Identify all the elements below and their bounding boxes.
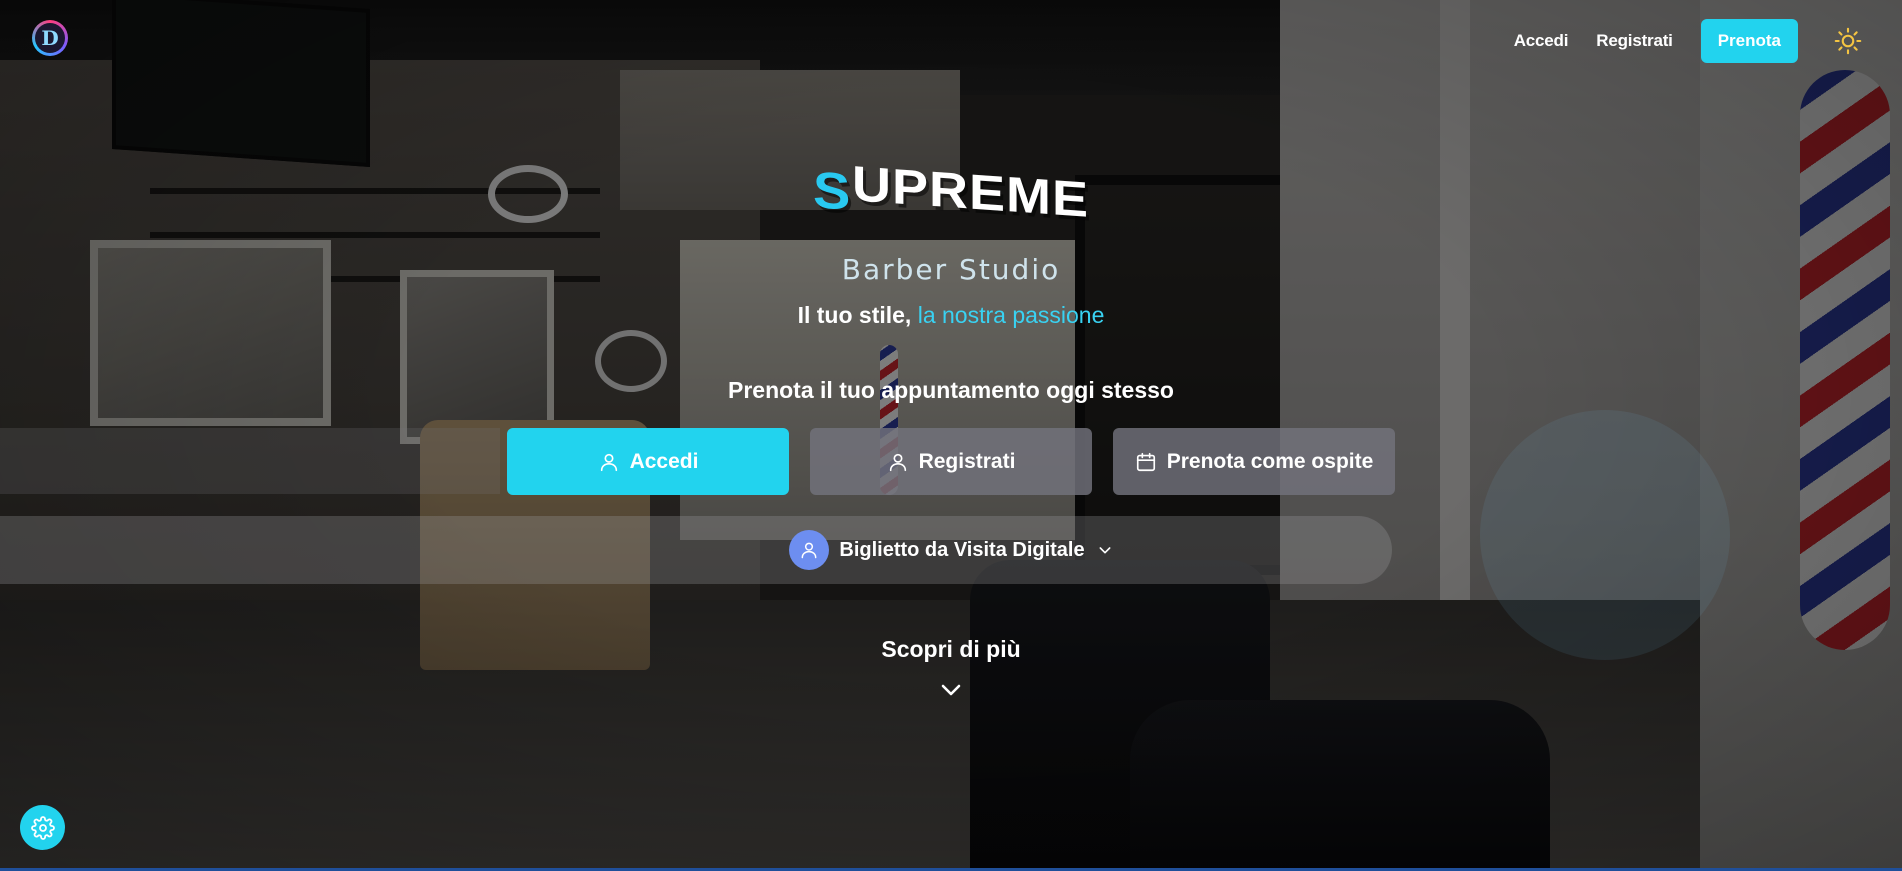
settings-button[interactable] xyxy=(20,805,65,850)
guest-booking-label: Prenota come ospite xyxy=(1166,449,1374,473)
chevron-down-icon xyxy=(1099,547,1111,554)
scroll-down-chevron-icon[interactable] xyxy=(941,683,961,697)
nav-register-link[interactable]: Registrati xyxy=(1596,31,1673,51)
logo-letter: D xyxy=(35,23,65,53)
brand-logo: SUPREME xyxy=(0,156,1902,228)
brand-logo-text: UPREME xyxy=(851,156,1089,228)
nav-book-button[interactable]: Prenota xyxy=(1700,19,1798,63)
nav-login-link[interactable]: Accedi xyxy=(1514,31,1569,51)
digital-business-card-toggle[interactable]: Biglietto da Visita Digitale xyxy=(0,516,1902,584)
register-button[interactable]: Registrati xyxy=(810,428,1092,495)
calendar-icon xyxy=(1136,452,1155,471)
user-icon xyxy=(889,453,906,471)
brand-logo-initial: S xyxy=(813,160,852,221)
login-button-label: Accedi xyxy=(629,449,699,473)
register-button-label: Registrati xyxy=(918,449,1016,473)
tagline-accent: la nostra passione xyxy=(917,302,1105,328)
user-icon xyxy=(801,542,817,559)
business-card-label: Biglietto da Visita Digitale xyxy=(839,538,1085,561)
hero-tagline: Il tuo stile, la nostra passione xyxy=(0,302,1902,329)
guest-booking-button[interactable]: Prenota come ospite xyxy=(1113,428,1395,495)
login-button[interactable]: Accedi xyxy=(507,428,789,495)
site-logo[interactable]: D xyxy=(32,20,68,56)
hero-subtitle: Barber Studio xyxy=(841,253,1061,286)
cta-buttons: Accedi Registrati Prenota come ospite xyxy=(507,428,1395,495)
cta-title: Prenota il tuo appuntamento oggi stesso xyxy=(728,377,1174,403)
avatar xyxy=(789,530,830,570)
discover-more-label[interactable]: Scopri di più xyxy=(0,636,1902,663)
tagline-main: Il tuo stile, xyxy=(797,302,912,328)
decorative-band xyxy=(0,428,500,494)
gear-icon xyxy=(30,815,55,840)
top-nav: Accedi Registrati Prenota xyxy=(1514,18,1902,64)
sun-icon[interactable] xyxy=(1834,27,1862,55)
user-icon xyxy=(600,453,617,471)
